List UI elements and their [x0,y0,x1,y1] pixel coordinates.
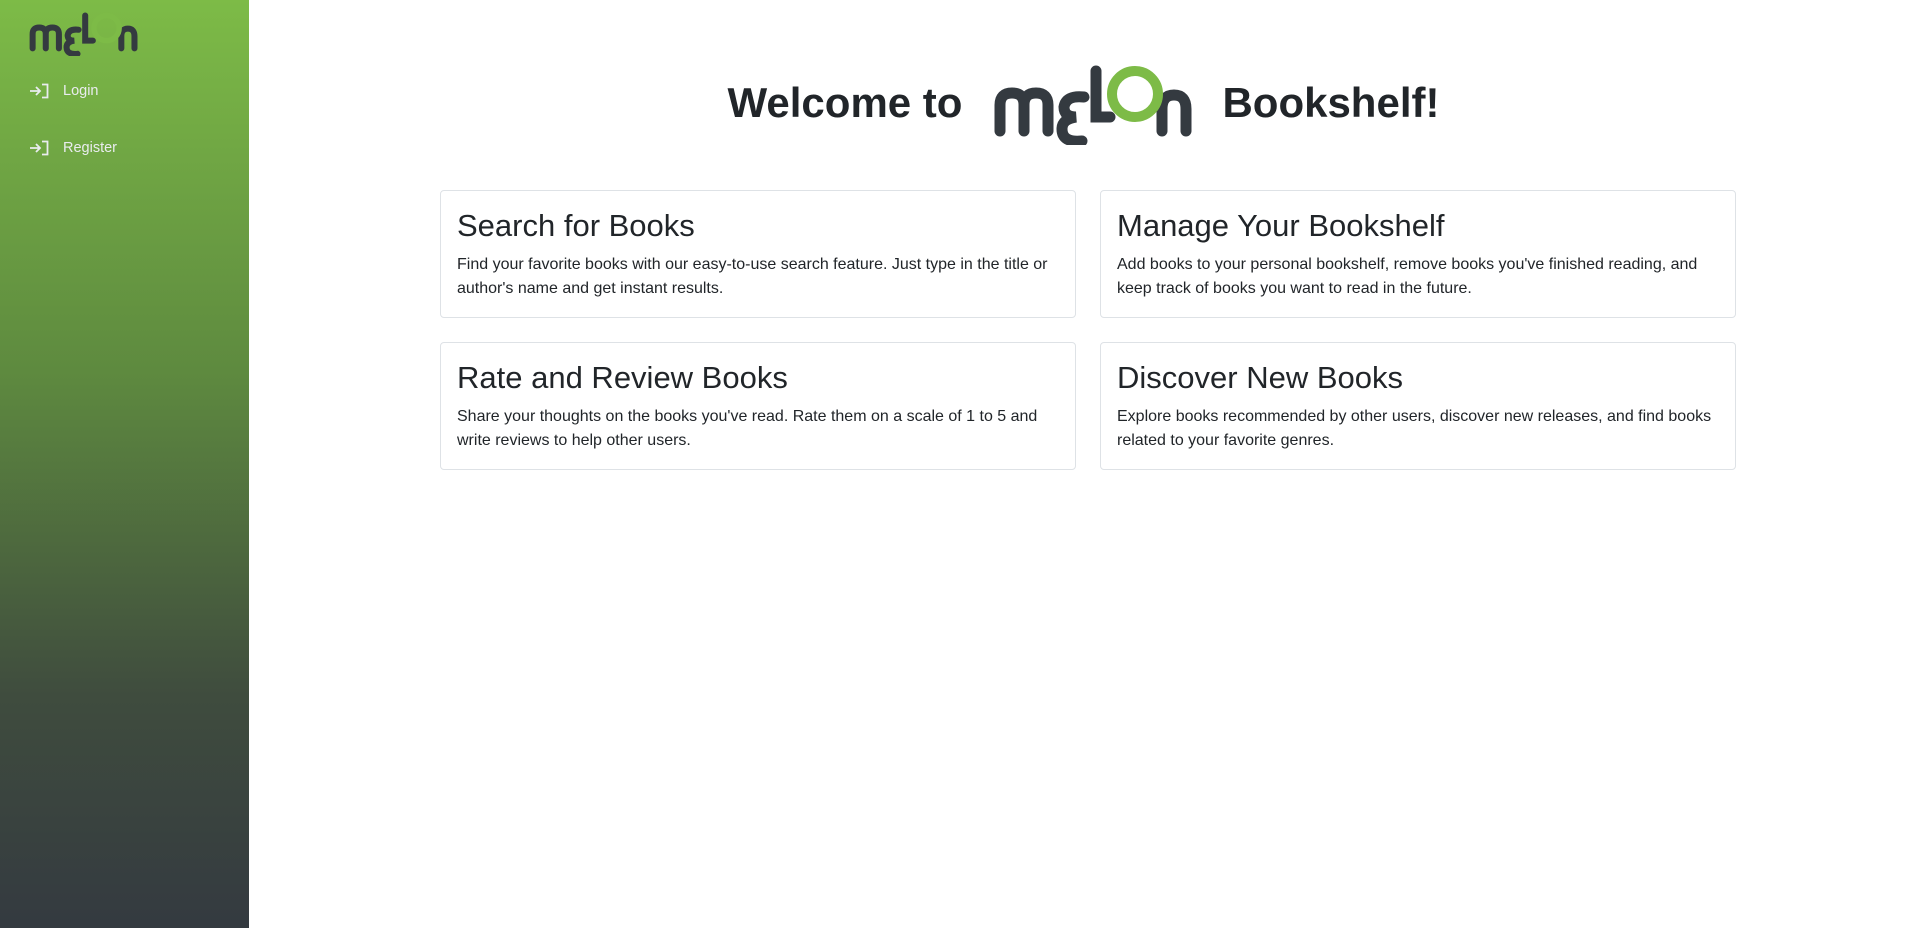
login-icon [30,140,49,156]
melon-logo[interactable] [27,10,139,56]
card-text: Explore books recommended by other users… [1117,408,1712,449]
feature-card-discover: Discover New Books Explore books recomme… [1100,342,1736,470]
card-title: Discover New Books [1117,360,1403,395]
feature-card-search: Search for Books Find your favorite book… [440,190,1076,318]
card-title: Rate and Review Books [457,360,788,395]
melon-logo [994,65,1192,145]
main-content: Welcome to Bookshelf! Search for Books F… [249,0,1918,928]
login-icon [30,83,49,99]
card-title: Manage Your Bookshelf [1117,208,1445,243]
card-title: Search for Books [457,208,695,243]
sidebar: Login Register [0,0,249,928]
welcome-prefix: Welcome to [727,79,963,126]
card-text: Share your thoughts on the books you've … [457,408,1038,449]
sidebar-item-label: Register [63,140,117,156]
feature-card-manage: Manage Your Bookshelf Add books to your … [1100,190,1736,318]
card-text: Add books to your personal bookshelf, re… [1117,256,1698,297]
sidebar-item-login[interactable]: Login [29,80,98,102]
page-title: Welcome to Bookshelf! [249,58,1918,148]
card-text: Find your favorite books with our easy-t… [457,256,1048,297]
sidebar-item-label: Login [63,83,99,99]
feature-card-rate: Rate and Review Books Share your thought… [440,342,1076,470]
sidebar-item-register[interactable]: Register [29,137,117,159]
welcome-suffix: Bookshelf! [1222,79,1440,126]
